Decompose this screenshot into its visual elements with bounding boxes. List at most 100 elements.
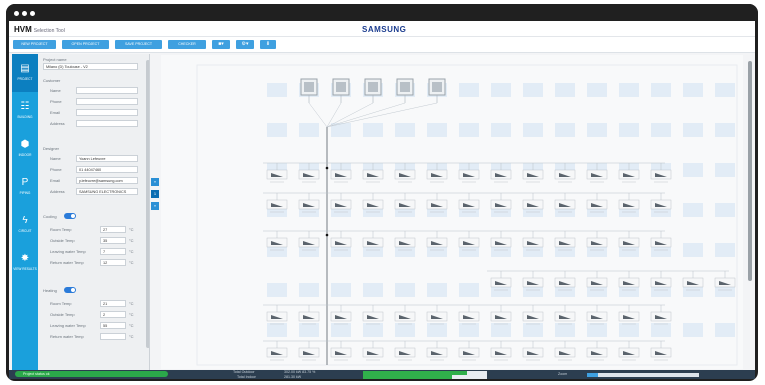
canvas-scrollbar[interactable]: [748, 61, 752, 281]
app-header: HVM Selection Tool SAMSUNG: [9, 21, 755, 37]
outdoor-unit-fan-icon: [400, 82, 410, 92]
indoor-unit-icon: [586, 347, 608, 358]
grid-cell: [331, 283, 351, 297]
project-name-input[interactable]: [43, 63, 138, 70]
grid-cell: [715, 123, 735, 137]
grid-cell: [683, 203, 703, 217]
grid-cell: [651, 123, 671, 137]
indoor-unit-icon: [394, 347, 416, 358]
field-label: Phone: [50, 167, 62, 172]
field-input[interactable]: [76, 177, 138, 184]
indoor-unit-icon: [586, 199, 608, 210]
rail-item-piping[interactable]: P PIPING: [12, 168, 38, 206]
rail-item-indoor[interactable]: ⬢ INDOOR: [12, 130, 38, 168]
panel-scrollbar[interactable]: [146, 60, 149, 348]
field-input[interactable]: [76, 188, 138, 195]
field-label: Email: [50, 110, 61, 115]
page-prev-button[interactable]: «: [151, 178, 159, 186]
customer-section-label: Customer: [43, 78, 61, 83]
grid-cell: [267, 323, 287, 337]
grid-cell: [459, 123, 479, 137]
download-button[interactable]: ⬇: [260, 40, 276, 49]
rail-item-view-results[interactable]: ✸ VIEW RESULTS: [12, 244, 38, 282]
grid-cell: [587, 123, 607, 137]
indoor-unit-icon: [266, 169, 288, 180]
rail-item-project[interactable]: ▤ PROJECT: [12, 54, 38, 92]
unit-label: °C: [129, 227, 134, 232]
total-outdoor-label: Total Outdoor: [233, 370, 255, 374]
cooling-section-label: Cooling: [43, 214, 57, 219]
indoor-unit-icon: [298, 199, 320, 210]
indoor-unit-icon: [266, 311, 288, 322]
field-input[interactable]: [100, 333, 126, 340]
field-input[interactable]: [100, 237, 126, 244]
grid-cell: [523, 323, 543, 337]
indoor-unit-icon: [650, 277, 672, 288]
page-1-button[interactable]: 1: [151, 190, 159, 198]
outdoor-unit-fan-icon: [432, 82, 442, 92]
grid-cell: [683, 243, 703, 257]
grid-cell: [427, 283, 447, 297]
rail-item-building[interactable]: ☷ BUILDING: [12, 92, 38, 130]
indoor-unit-icon: [586, 169, 608, 180]
indoor-unit-icon: [522, 169, 544, 180]
rail-label: VIEW RESULTS: [13, 267, 37, 271]
new-project-button[interactable]: NEW PROJECT: [13, 40, 56, 49]
field-input[interactable]: [76, 98, 138, 105]
grid-cell: [459, 283, 479, 297]
grid-cell: [683, 83, 703, 97]
indoor-unit-icon: [458, 311, 480, 322]
window-dot-icon[interactable]: [30, 11, 35, 16]
field-input[interactable]: [100, 248, 126, 255]
drawing-canvas[interactable]: [161, 55, 743, 369]
project-form-panel: Project name Customer Name Phone Email Addr…: [38, 54, 150, 370]
unit-label: °C: [129, 301, 134, 306]
field-input[interactable]: [100, 322, 126, 329]
rail-item-circuit[interactable]: ϟ CIRCUIT: [12, 206, 38, 244]
grid-cell: [683, 163, 703, 177]
field-input[interactable]: [76, 109, 138, 116]
window-dot-icon[interactable]: [22, 11, 27, 16]
field-input[interactable]: [76, 120, 138, 127]
indoor-unit-icon: [586, 237, 608, 248]
indoor-unit-icon: [266, 237, 288, 248]
zoom-slider-fill: [587, 372, 599, 377]
indoor-unit-icon: [362, 199, 384, 210]
indoor-unit-icon: [618, 347, 640, 358]
field-input[interactable]: [100, 300, 126, 307]
field-input[interactable]: [100, 311, 126, 318]
checker-button[interactable]: CHECKER: [168, 40, 206, 49]
share-icon: ✸: [20, 253, 30, 264]
grid-cell: [395, 123, 415, 137]
field-input[interactable]: [76, 87, 138, 94]
window-dot-icon[interactable]: [14, 11, 19, 16]
total-outdoor-value: 302.00 kW 83.75 %: [284, 370, 316, 374]
indoor-unit-icon: [458, 237, 480, 248]
settings-dropdown-button[interactable]: ⚙▾: [236, 40, 254, 49]
indoor-unit-icon: [554, 311, 576, 322]
outdoor-unit-fan-icon: [336, 82, 346, 92]
field-input[interactable]: [76, 166, 138, 173]
indoor-unit-icon: [458, 169, 480, 180]
field-label: Outside Temp: [50, 238, 75, 243]
open-project-button[interactable]: OPEN PROJECT: [62, 40, 109, 49]
zoom-slider[interactable]: [587, 372, 699, 377]
indoor-unit-icon: [522, 311, 544, 322]
unit-label: °C: [129, 312, 134, 317]
save-project-button[interactable]: SAVE PROJECT: [115, 40, 162, 49]
app-subtitle: Selection Tool: [33, 28, 65, 34]
field-input[interactable]: [100, 226, 126, 233]
field-label: Return water Temp: [50, 334, 84, 339]
grid-cell: [491, 83, 511, 97]
page-next-button[interactable]: »: [151, 202, 159, 210]
indoor-unit-icon: [554, 169, 576, 180]
outdoor-unit-fan-icon: [368, 82, 378, 92]
field-input[interactable]: [76, 155, 138, 162]
heating-toggle[interactable]: [64, 287, 76, 293]
field-input[interactable]: [100, 259, 126, 266]
rail-label: PIPING: [19, 191, 31, 195]
grid-cell: [619, 323, 639, 337]
unit-label: °C: [129, 238, 134, 243]
cooling-toggle[interactable]: [64, 213, 76, 219]
export-dropdown-button[interactable]: ■▾: [212, 40, 230, 49]
